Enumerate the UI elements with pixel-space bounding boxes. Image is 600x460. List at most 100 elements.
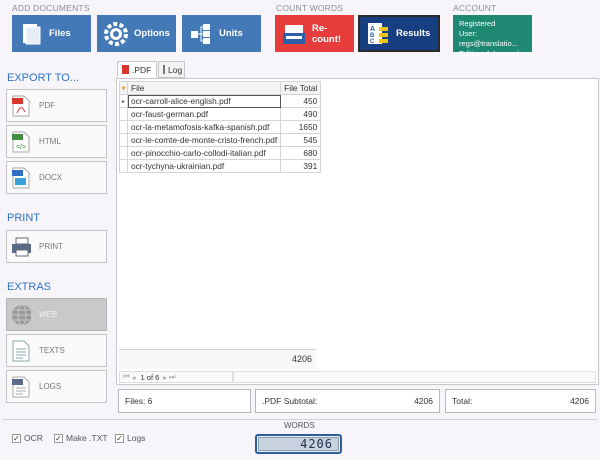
table-row[interactable]: ocr-faust-german.pdf 490	[119, 107, 322, 121]
grid-footer-total: 4206	[291, 354, 312, 364]
extras-title: EXTRAS	[7, 281, 52, 293]
export-pdf-button[interactable]: PDF	[6, 89, 107, 122]
files-button[interactable]: Files	[12, 15, 91, 52]
table-row[interactable]: ocr-la-metamofosis-kafka-spanish.pdf 1650	[119, 120, 322, 134]
file-name-cell[interactable]: ocr-pinocchio-carlo-collodi-italian.pdf	[126, 146, 282, 160]
total-box: Total: 4206	[445, 389, 596, 413]
files-icon	[19, 21, 43, 47]
print-label: PRINT	[39, 242, 63, 251]
files-count-box: Files: 6	[118, 389, 251, 413]
ocr-check-icon: ✓	[12, 433, 21, 443]
print-button[interactable]: PRINT	[6, 230, 107, 263]
logs-check-icon: ✓	[115, 433, 124, 443]
print-title: PRINT	[7, 212, 40, 224]
tab-log-label: Log	[168, 64, 183, 75]
units-button[interactable]: Units	[182, 15, 261, 52]
col-total-header[interactable]: File Total	[280, 81, 322, 95]
file-name-cell[interactable]: ocr-le-comte-de-monte-cristo-french.pdf	[126, 133, 282, 147]
results-panel: ▾ File File Total ▸ ocr-carroll-alice-eng…	[116, 78, 599, 385]
web-label: WEB	[39, 310, 58, 319]
results-grid: ▾ File File Total ▸ ocr-carroll-alice-eng…	[119, 81, 322, 173]
texts-button[interactable]: TEXTS	[6, 334, 107, 367]
pager-last-icon[interactable]: ⏭	[169, 372, 176, 382]
log-file-icon	[11, 375, 31, 399]
log-tab-icon	[163, 65, 165, 74]
table-row[interactable]: ocr-pinocchio-carlo-collodi-italian.pdf 6…	[119, 146, 322, 160]
units-label: Units	[219, 28, 243, 39]
horizontal-scrollbar[interactable]	[233, 371, 596, 383]
files-count: Files: 6	[125, 396, 153, 406]
file-total-cell[interactable]: 490	[280, 107, 322, 121]
account-edition: Edition: Advanced	[459, 49, 520, 58]
web-button[interactable]: WEB	[6, 298, 107, 331]
printer-icon	[11, 235, 31, 259]
export-docx-label: DOCX	[39, 173, 63, 182]
total-label: Total:	[452, 396, 473, 406]
file-total-cell[interactable]: 680	[280, 146, 322, 160]
svg-text:A: A	[370, 26, 375, 33]
table-row[interactable]: ocr-tychyna-ukrainian.pdf 391	[119, 159, 322, 173]
counter-machine-icon	[282, 21, 306, 47]
text-file-icon	[11, 339, 31, 363]
file-name-cell[interactable]: ocr-la-metamofosis-kafka-spanish.pdf	[126, 120, 282, 134]
ocr-checkbox[interactable]: ✓ OCR	[12, 433, 43, 443]
tab-log[interactable]: Log	[158, 61, 185, 78]
pager-next-icon[interactable]: ▸	[163, 373, 167, 382]
account-info[interactable]: Registered User: regs@translatio... Edit…	[453, 15, 532, 58]
file-total-cell[interactable]: 450	[280, 94, 322, 108]
words-value: 4206	[258, 437, 339, 451]
ocr-label: OCR	[24, 433, 43, 443]
logs-button[interactable]: LOGS	[6, 370, 107, 403]
words-label: WORDS	[284, 421, 315, 430]
make-txt-checkbox[interactable]: ✓ Make .TXT	[54, 433, 108, 443]
file-total-cell[interactable]: 391	[280, 159, 322, 173]
docx-file-icon	[11, 166, 31, 190]
globe-icon	[11, 303, 31, 327]
texts-label: TEXTS	[39, 346, 65, 355]
file-name-cell[interactable]: ocr-faust-german.pdf	[126, 107, 282, 121]
file-name-cell[interactable]: ocr-carroll-alice-english.pdf	[126, 94, 282, 108]
file-total-cell[interactable]: 1650	[280, 120, 322, 134]
export-pdf-label: PDF	[39, 101, 55, 110]
units-icon	[189, 21, 213, 47]
html-file-icon: </>	[11, 130, 31, 154]
grid-pager: ⏮ ◂ 1 of 6 ▸ ⏭	[119, 371, 233, 383]
words-display: 4206	[255, 434, 342, 454]
table-row[interactable]: ▸ ocr-carroll-alice-english.pdf 450	[119, 94, 322, 108]
export-title: EXPORT TO...	[7, 72, 79, 84]
recount-label: Re-count!	[312, 22, 342, 45]
section-add-documents: ADD DOCUMENTS	[12, 3, 90, 13]
pager-status: 1 of 6	[140, 372, 160, 382]
total-value: 4206	[570, 396, 589, 406]
file-total-cell[interactable]: 545	[280, 133, 322, 147]
options-button[interactable]: Options	[97, 15, 176, 52]
logs-checkbox[interactable]: ✓ Logs	[115, 433, 145, 443]
section-account: ACCOUNT	[453, 3, 497, 13]
results-icon: ABC	[366, 21, 390, 47]
account-status: Registered	[459, 19, 496, 28]
tab-pdf-label: .PDF	[132, 64, 152, 75]
subtotal-box: .PDF Subtotal: 4206	[255, 389, 440, 413]
table-row[interactable]: ocr-le-comte-de-monte-cristo-french.pdf 5…	[119, 133, 322, 147]
tab-pdf[interactable]: .PDF	[117, 61, 157, 78]
make-txt-check-icon: ✓	[54, 433, 63, 443]
row-indicator	[119, 120, 128, 134]
bottom-divider	[3, 419, 597, 420]
file-name-cell[interactable]: ocr-tychyna-ukrainian.pdf	[126, 159, 282, 173]
subtotal-label: .PDF Subtotal:	[262, 396, 318, 406]
filter-icon[interactable]: ▾	[119, 81, 128, 95]
subtotal-value: 4206	[414, 396, 433, 406]
pager-prev-icon[interactable]: ◂	[132, 373, 136, 382]
recount-button[interactable]: Re-count!	[275, 15, 354, 52]
row-indicator	[119, 146, 128, 160]
options-label: Options	[134, 28, 170, 39]
results-button[interactable]: ABC Results	[358, 15, 440, 52]
col-file-header[interactable]: File	[126, 81, 282, 95]
export-html-button[interactable]: </> HTML	[6, 125, 107, 158]
pager-first-icon[interactable]: ⏮	[123, 372, 130, 382]
pdf-file-icon	[11, 94, 31, 118]
export-docx-button[interactable]: DOCX	[6, 161, 107, 194]
row-indicator	[119, 107, 128, 121]
row-indicator: ▸	[119, 94, 128, 108]
files-label: Files	[49, 28, 71, 39]
